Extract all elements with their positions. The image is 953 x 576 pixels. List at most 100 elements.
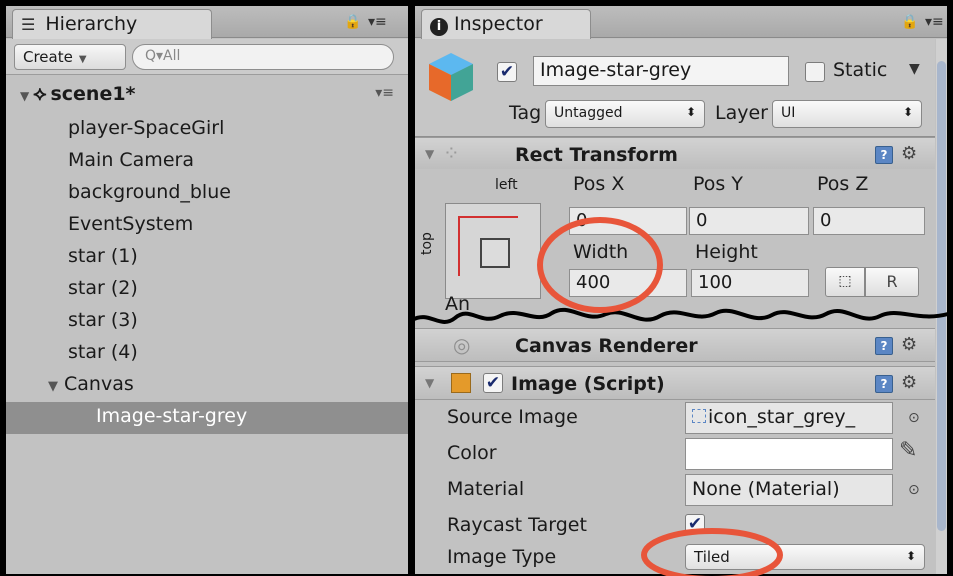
expand-triangle-icon[interactable]: ▼ bbox=[425, 147, 434, 161]
height-field[interactable]: 100 bbox=[691, 269, 809, 297]
image-type-label: Image Type bbox=[447, 546, 557, 568]
image-type-dropdown[interactable]: Tiled ⬍ bbox=[685, 544, 925, 570]
tag-dropdown[interactable]: Untagged ⬍ bbox=[545, 100, 705, 128]
anchor-v-label: top bbox=[419, 232, 435, 255]
pos-x-field[interactable]: 0 bbox=[569, 207, 687, 235]
info-icon: i bbox=[430, 18, 448, 36]
gear-icon[interactable]: ⚙ bbox=[901, 372, 917, 393]
anchor-h-label: left bbox=[495, 177, 518, 193]
scene-root[interactable]: ▼ ⟡ scene1* ▾≡ bbox=[6, 81, 408, 113]
list-item-label: EventSystem bbox=[68, 213, 194, 235]
list-item-label: star (1) bbox=[68, 245, 138, 267]
canvas-renderer-header[interactable]: ◎ Canvas Renderer ? ⚙ bbox=[415, 328, 935, 362]
list-item-label: star (3) bbox=[68, 309, 138, 331]
tag-label: Tag bbox=[509, 102, 542, 124]
pos-x-label: Pos X bbox=[573, 173, 625, 195]
list-item-label: Image-star-grey bbox=[96, 405, 248, 427]
panel-menu-icon[interactable]: ▾≡ bbox=[925, 14, 944, 30]
image-script-header[interactable]: ▼ ✔ Image (Script) ? ⚙ bbox=[415, 366, 935, 400]
raycast-target-checkbox[interactable]: ✔ bbox=[685, 514, 705, 534]
inspector-tab-label: Inspector bbox=[454, 13, 543, 35]
material-label: Material bbox=[447, 478, 525, 500]
canvas-renderer-icon: ◎ bbox=[453, 333, 471, 357]
list-item-label: background_blue bbox=[68, 181, 231, 203]
list-item[interactable]: Main Camera bbox=[6, 146, 408, 178]
eyedropper-icon[interactable]: ✎ bbox=[899, 438, 917, 463]
width-field[interactable]: 400 bbox=[569, 269, 687, 297]
sprite-icon bbox=[692, 409, 706, 423]
updown-arrow-icon: ⬍ bbox=[905, 549, 916, 563]
list-item[interactable]: star (3) bbox=[6, 306, 408, 338]
updown-arrow-icon: ⬍ bbox=[902, 105, 913, 119]
gear-icon[interactable]: ⚙ bbox=[901, 334, 917, 355]
image-component-icon bbox=[451, 373, 471, 393]
hierarchy-toolbar: Create ▼ Q▾All bbox=[6, 39, 408, 75]
object-picker-icon[interactable]: ⊙ bbox=[908, 410, 920, 426]
anchors-partial-label: An bbox=[445, 293, 471, 315]
list-item-canvas[interactable]: ▼ Canvas bbox=[6, 370, 408, 402]
anchor-square-icon bbox=[480, 238, 510, 268]
object-name-field[interactable]: Image-star-grey bbox=[533, 56, 789, 86]
inspector-scrollbar[interactable] bbox=[936, 39, 947, 574]
object-picker-icon[interactable]: ⊙ bbox=[908, 482, 920, 498]
active-checkbox[interactable]: ✔ bbox=[497, 62, 517, 82]
list-item[interactable]: star (1) bbox=[6, 242, 408, 274]
scene-menu-icon[interactable]: ▾≡ bbox=[375, 85, 394, 101]
source-image-label: Source Image bbox=[447, 406, 578, 428]
create-label: Create bbox=[23, 48, 73, 66]
list-item[interactable]: player-SpaceGirl bbox=[6, 114, 408, 146]
list-item-label: star (2) bbox=[68, 277, 138, 299]
expand-triangle-icon[interactable]: ▼ bbox=[48, 379, 58, 394]
lock-icon[interactable]: 🔒 bbox=[344, 14, 361, 30]
raw-edit-button[interactable]: R bbox=[865, 267, 919, 297]
width-label: Width bbox=[573, 241, 629, 263]
help-icon[interactable]: ? bbox=[875, 146, 893, 164]
expand-triangle-icon[interactable]: ▼ bbox=[20, 89, 29, 103]
rect-transform-title: Rect Transform bbox=[515, 144, 678, 166]
chevron-down-icon[interactable]: ▼ bbox=[909, 61, 920, 77]
help-icon[interactable]: ? bbox=[875, 375, 893, 393]
blueprint-mode-button[interactable]: ⬚ bbox=[825, 267, 865, 297]
material-field[interactable]: None (Material) bbox=[685, 474, 893, 506]
hierarchy-list-icon: ☰ bbox=[21, 15, 36, 34]
image-type-value: Tiled bbox=[694, 548, 730, 566]
list-item-selected[interactable]: Image-star-grey bbox=[6, 402, 408, 434]
inspector-tabbar: i Inspector 🔒 ▾≡ bbox=[415, 6, 947, 39]
list-item-label: star (4) bbox=[68, 341, 138, 363]
list-item-label: Canvas bbox=[64, 373, 134, 395]
list-item[interactable]: EventSystem bbox=[6, 210, 408, 242]
pos-z-field[interactable]: 0 bbox=[813, 207, 925, 235]
hierarchy-panel: ☰ Hierarchy 🔒 ▾≡ Create ▼ Q▾All ▼ ⟡ scene1*… bbox=[6, 6, 408, 574]
help-icon[interactable]: ? bbox=[875, 337, 893, 355]
static-checkbox[interactable] bbox=[805, 62, 825, 82]
expand-triangle-icon[interactable]: ▼ bbox=[425, 376, 434, 390]
pos-y-label: Pos Y bbox=[693, 173, 743, 195]
create-button[interactable]: Create ▼ bbox=[14, 44, 126, 70]
scene-name: scene1* bbox=[50, 83, 136, 105]
pos-y-field[interactable]: 0 bbox=[689, 207, 809, 235]
panel-menu-icon[interactable]: ▾≡ bbox=[368, 14, 387, 30]
tab-inspector[interactable]: i Inspector bbox=[421, 9, 591, 39]
list-item[interactable]: star (4) bbox=[6, 338, 408, 370]
list-item-label: player-SpaceGirl bbox=[68, 117, 225, 139]
list-item[interactable]: background_blue bbox=[6, 178, 408, 210]
scrollbar-thumb[interactable] bbox=[937, 61, 946, 531]
gameobject-header: ✔ Image-star-grey Static ▼ Tag Untagged ⬍… bbox=[415, 39, 935, 137]
source-image-field[interactable]: icon_star_grey_ bbox=[685, 402, 893, 434]
rect-transform-header[interactable]: ▼ ⁘ Rect Transform ? ⚙ bbox=[415, 137, 935, 171]
search-input[interactable]: Q▾All bbox=[132, 44, 394, 70]
anchor-preset-button[interactable] bbox=[445, 203, 541, 299]
layer-dropdown[interactable]: UI ⬍ bbox=[772, 100, 922, 128]
source-image-value: icon_star_grey_ bbox=[708, 406, 856, 428]
list-item[interactable]: star (2) bbox=[6, 274, 408, 306]
unity-logo-icon: ⟡ bbox=[33, 81, 47, 105]
color-label: Color bbox=[447, 442, 497, 464]
lock-icon[interactable]: 🔒 bbox=[901, 14, 918, 30]
hierarchy-tab-label: Hierarchy bbox=[45, 13, 138, 35]
image-enabled-checkbox[interactable]: ✔ bbox=[483, 373, 503, 393]
tab-hierarchy[interactable]: ☰ Hierarchy bbox=[12, 9, 212, 39]
color-field[interactable] bbox=[685, 438, 893, 470]
gameobject-cube-icon bbox=[429, 53, 473, 101]
gear-icon[interactable]: ⚙ bbox=[901, 143, 917, 164]
list-item-label: Main Camera bbox=[68, 149, 194, 171]
